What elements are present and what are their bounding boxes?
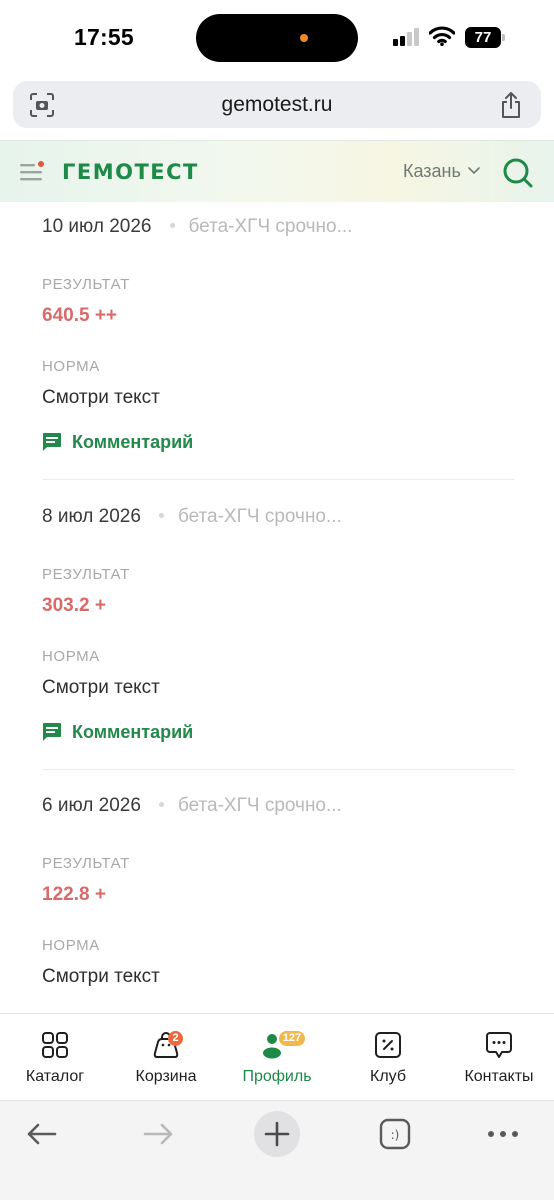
result-header[interactable]: 10 июл 2026 бета-ХГЧ срочно... [42, 216, 352, 240]
divider [42, 479, 514, 480]
result-date: 10 июл 2026 [42, 216, 152, 237]
tabs-button[interactable]: :) [372, 1111, 418, 1157]
result-label: РЕЗУЛЬТАТ [42, 855, 130, 872]
tab-label: Контакты [464, 1068, 534, 1085]
chat-icon [486, 1032, 512, 1058]
tab-contacts[interactable]: Контакты [444, 1014, 554, 1101]
chevron-down-icon[interactable] [467, 163, 481, 177]
result-header[interactable]: 6 июл 2026 бета-ХГЧ срочно... [42, 795, 342, 819]
bonus-count-badge: 127 [279, 1031, 305, 1046]
result-value: 640.5 ++ [42, 305, 118, 326]
status-time: 17:55 [74, 24, 134, 50]
result-header[interactable]: 8 июл 2026 бета-ХГЧ срочно... [42, 506, 342, 530]
wifi-icon [429, 26, 455, 46]
norm-value: Смотри текст [42, 677, 160, 698]
discount-icon [375, 1032, 401, 1058]
site-header: ГЕМОТЕСТ Казань [0, 140, 554, 202]
new-tab-button[interactable] [254, 1111, 300, 1157]
search-icon[interactable] [502, 157, 534, 189]
more-icon [488, 1131, 518, 1137]
tab-catalog[interactable]: Каталог [0, 1014, 110, 1101]
result-date: 8 июл 2026 [42, 506, 141, 527]
comment-link[interactable]: Комментарий [42, 431, 193, 453]
battery-level: 77 [465, 27, 501, 48]
divider [42, 769, 514, 770]
norm-value: Смотри текст [42, 387, 160, 408]
tab-label: Профиль [242, 1068, 312, 1085]
status-bar: 17:55 77 [0, 0, 554, 76]
comment-link[interactable]: Комментарий [42, 721, 193, 743]
cellular-signal-icon [393, 28, 423, 46]
grid-icon [42, 1032, 68, 1058]
result-test-name: бета-ХГЧ срочно... [177, 506, 342, 527]
tab-label: Клуб [370, 1068, 406, 1085]
comment-icon [43, 723, 61, 741]
more-button[interactable] [480, 1111, 526, 1157]
result-date: 6 июл 2026 [42, 795, 141, 816]
address-bar[interactable]: gemotest.ru [13, 81, 541, 128]
norm-value: Смотри текст [42, 966, 160, 987]
tab-club[interactable]: Клуб [333, 1014, 443, 1101]
tabs-icon: :) [379, 1118, 411, 1150]
share-icon[interactable] [499, 91, 523, 119]
arrow-right-icon [143, 1123, 173, 1145]
norm-label: НОРМА [42, 648, 100, 665]
result-label: РЕЗУЛЬТАТ [42, 276, 130, 293]
cart-count-badge: 2 [168, 1031, 183, 1046]
browser-toolbar: :) [0, 1100, 554, 1200]
tab-label: Каталог [25, 1068, 85, 1085]
forward-button[interactable] [136, 1111, 182, 1157]
site-logo[interactable]: ГЕМОТЕСТ [62, 160, 199, 184]
svg-text::): :) [391, 1128, 400, 1142]
url-text: gemotest.ru [221, 93, 333, 116]
plus-icon [264, 1121, 290, 1147]
result-value: 303.2 + [42, 595, 106, 616]
result-label: РЕЗУЛЬТАТ [42, 566, 130, 583]
result-value: 122.8 + [42, 884, 106, 905]
tab-profile[interactable]: 127 Профиль [222, 1014, 332, 1101]
battery-icon: 77 [465, 27, 505, 48]
notification-dot [38, 161, 44, 167]
recording-indicator-icon [300, 34, 308, 42]
result-test-name: бета-ХГЧ срочно... [177, 795, 342, 816]
city-selector[interactable]: Казань [403, 161, 461, 182]
tab-label: Корзина [135, 1068, 197, 1085]
comment-icon [43, 433, 61, 451]
arrow-left-icon [27, 1123, 57, 1145]
norm-label: НОРМА [42, 358, 100, 375]
back-button[interactable] [18, 1111, 64, 1157]
comment-label: Комментарий [72, 721, 194, 742]
dynamic-island [196, 14, 358, 62]
norm-label: НОРМА [42, 937, 100, 954]
result-test-name: бета-ХГЧ срочно... [188, 216, 353, 237]
tab-cart[interactable]: 2 Корзина [111, 1014, 221, 1101]
bottom-tab-bar: Каталог 2 Корзина 127 Профиль Клуб Конта… [0, 1013, 554, 1100]
comment-label: Комментарий [72, 431, 194, 452]
